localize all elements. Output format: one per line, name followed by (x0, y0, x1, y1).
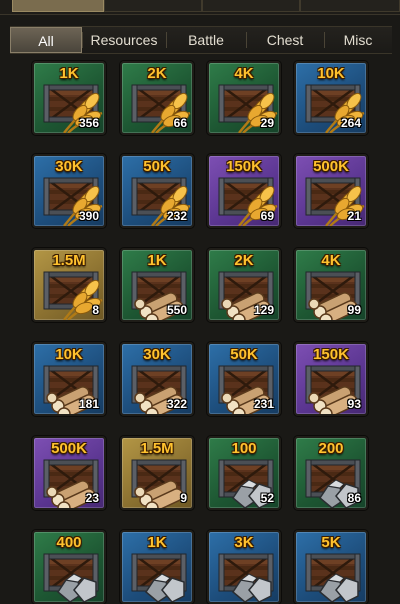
resource-item[interactable]: 2K 66 (120, 61, 194, 135)
tab-battle[interactable]: Battle (166, 27, 246, 53)
resource-item[interactable]: 1.5M 9 (120, 436, 194, 510)
tab-all[interactable]: All (10, 27, 82, 53)
item-count: 9 (180, 491, 187, 505)
item-amount: 1K (59, 65, 79, 82)
resource-item[interactable]: 150K 93 (294, 342, 368, 416)
item-count: 52 (260, 491, 274, 505)
item-count: 86 (347, 491, 361, 505)
top-tab-1[interactable] (12, 0, 104, 12)
item-count: 550 (166, 303, 187, 317)
resource-item[interactable]: 2K 129 (207, 248, 281, 322)
item-amount: 500K (51, 440, 87, 457)
resource-item[interactable]: 1K 550 (120, 248, 194, 322)
item-amount: 30K (143, 346, 171, 363)
item-amount: 400 (56, 534, 82, 551)
item-amount: 2K (234, 252, 254, 269)
item-count: 93 (347, 397, 361, 411)
item-amount: 150K (226, 158, 262, 175)
resource-item[interactable]: 100 52 (207, 436, 281, 510)
top-tab-4[interactable] (300, 0, 400, 12)
item-count: 390 (78, 209, 99, 223)
item-amount: 500K (313, 158, 349, 175)
resource-item[interactable]: 50K 231 (207, 342, 281, 416)
item-count: 231 (253, 397, 274, 411)
top-tab-3[interactable] (202, 0, 300, 12)
resource-item[interactable]: 50K 232 (120, 154, 194, 228)
item-amount: 1K (147, 534, 167, 551)
item-amount: 1K (147, 252, 167, 269)
item-count: 66 (173, 116, 187, 130)
item-count: 181 (78, 397, 99, 411)
resource-item[interactable]: 10K 181 (32, 342, 106, 416)
item-amount: 50K (143, 158, 171, 175)
item-amount: 4K (321, 252, 341, 269)
item-count: 29 (260, 116, 274, 130)
item-amount: 10K (55, 346, 83, 363)
item-amount: 2K (147, 65, 167, 82)
item-amount: 150K (313, 346, 349, 363)
resource-item[interactable]: 3K (207, 530, 281, 604)
item-amount: 10K (317, 65, 345, 82)
tab-chest[interactable]: Chest (246, 27, 324, 53)
resource-item[interactable]: 400 (32, 530, 106, 604)
top-tab-2[interactable] (104, 0, 202, 12)
resource-item[interactable]: 10K 264 (294, 61, 368, 135)
item-count: 8 (92, 303, 99, 317)
resource-item[interactable]: 30K 390 (32, 154, 106, 228)
tab-misc[interactable]: Misc (324, 27, 392, 53)
resource-item[interactable]: 1K 356 (32, 61, 106, 135)
tab-resources[interactable]: Resources (82, 27, 166, 53)
item-amount: 1.5M (52, 252, 86, 269)
item-amount: 30K (55, 158, 83, 175)
filter-tab-bar: All Resources Battle Chest Misc (10, 26, 392, 54)
resource-item[interactable]: 5K (294, 530, 368, 604)
item-count: 23 (85, 491, 99, 505)
item-amount: 200 (318, 440, 344, 457)
item-count: 21 (347, 209, 361, 223)
item-count: 69 (260, 209, 274, 223)
item-amount: 1.5M (140, 440, 174, 457)
item-amount: 3K (234, 534, 254, 551)
resource-item[interactable]: 1.5M 8 (32, 248, 106, 322)
item-amount: 100 (231, 440, 257, 457)
item-count: 356 (78, 116, 99, 130)
item-amount: 4K (234, 65, 254, 82)
resource-item[interactable]: 1K (120, 530, 194, 604)
resource-item[interactable]: 4K 99 (294, 248, 368, 322)
item-count: 232 (166, 209, 187, 223)
item-amount: 5K (321, 534, 341, 551)
resource-item[interactable]: 500K 21 (294, 154, 368, 228)
top-tab-strip (0, 0, 400, 15)
item-count: 322 (166, 397, 187, 411)
item-count: 99 (347, 303, 361, 317)
resource-item[interactable]: 30K 322 (120, 342, 194, 416)
resource-item[interactable]: 150K 69 (207, 154, 281, 228)
item-count: 264 (340, 116, 361, 130)
item-amount: 50K (230, 346, 258, 363)
resource-item[interactable]: 4K 29 (207, 61, 281, 135)
item-count: 129 (253, 303, 274, 317)
resource-item[interactable]: 200 86 (294, 436, 368, 510)
resource-item[interactable]: 500K 23 (32, 436, 106, 510)
